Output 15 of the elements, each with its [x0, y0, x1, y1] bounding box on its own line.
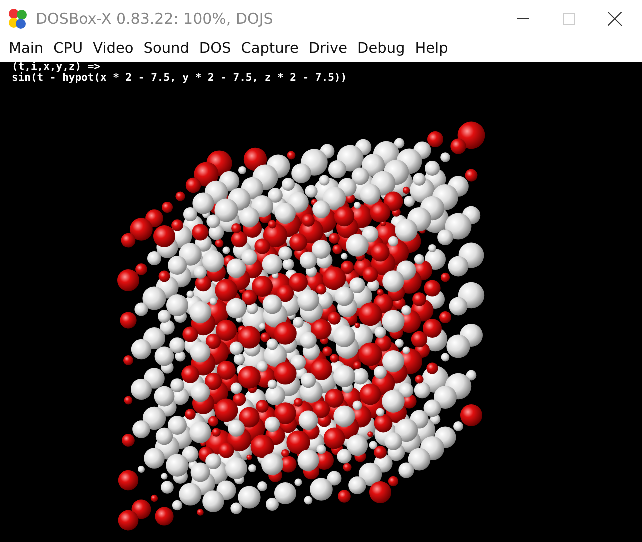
menu-item[interactable]: CPU: [48, 39, 88, 61]
menu-item[interactable]: Sound: [138, 39, 194, 61]
console-line: sin(t - hypot(x * 2 - 7.5, y * 2 - 7.5, z * 2 - 7.5)): [11, 73, 348, 84]
menu-item[interactable]: Drive: [304, 39, 353, 61]
menu-item[interactable]: DOS: [194, 39, 236, 61]
menu-item[interactable]: Main: [4, 39, 49, 61]
maximize-icon: [563, 13, 575, 25]
app-icon: [8, 8, 28, 30]
menu-item[interactable]: Debug: [352, 39, 410, 61]
window-title: DOSBox-X 0.83.22: 100%, DOJS: [36, 8, 274, 30]
close-icon: [608, 12, 622, 26]
minimize-icon: [517, 18, 529, 20]
menu-item[interactable]: Video: [88, 39, 139, 61]
menu-item[interactable]: Capture: [236, 39, 304, 61]
menu-item[interactable]: Help: [410, 39, 454, 61]
